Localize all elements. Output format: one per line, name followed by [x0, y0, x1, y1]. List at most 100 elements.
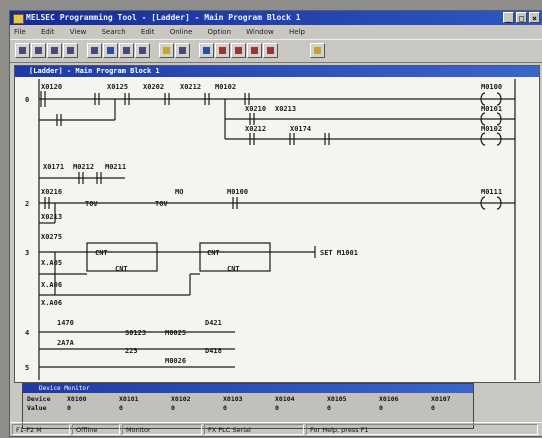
monitor-row-labels: Device Value: [27, 395, 50, 413]
ladder-window-title-bar: [Ladder] - Main Program Block 1: [15, 66, 539, 77]
monitor-cell[interactable]: X0106 0: [379, 395, 399, 413]
status-plc: F1-F2 M: [12, 424, 70, 435]
value-label: M0025: [165, 329, 186, 337]
print-icon[interactable]: [63, 43, 78, 58]
folder-icon[interactable]: [159, 43, 174, 58]
ladder-svg: X0120 X0125 X0202 X0212 M0102 X0210 X021…: [25, 79, 516, 380]
open-icon[interactable]: [31, 43, 46, 58]
contact-label: X0120: [41, 83, 62, 91]
value-label: S0123: [125, 329, 146, 337]
fb-label: CNT: [207, 249, 220, 257]
app-icon: [13, 14, 24, 24]
device-monitor-title: Device Monitor: [39, 385, 90, 392]
timer-label: TOV: [85, 200, 98, 208]
window-title: MELSEC Programming Tool - [Ladder] - Mai…: [26, 13, 301, 22]
contact-label: X0125: [107, 83, 128, 91]
monitor-cell[interactable]: X0100 0: [67, 395, 87, 413]
window-controls: _ □ ×: [503, 12, 540, 23]
contact-label: X0212: [180, 83, 201, 91]
menu-online[interactable]: Online: [170, 28, 193, 36]
contact-label: M0102: [215, 83, 236, 91]
contact-label: X0171: [43, 163, 64, 171]
timer-label: TOV: [155, 200, 168, 208]
stop-icon[interactable]: [263, 43, 278, 58]
menu-window[interactable]: Window: [246, 28, 274, 36]
read-icon[interactable]: [231, 43, 246, 58]
status-connection: FX PLC Serial: [204, 424, 304, 435]
contact-label: X0202: [143, 83, 164, 91]
value-label: 225: [125, 347, 138, 355]
monitor-cell[interactable]: X0105 0: [327, 395, 347, 413]
paste-icon[interactable]: [119, 43, 134, 58]
monitor-label-device: Device: [27, 395, 51, 403]
monitor-label-value: Value: [27, 404, 47, 412]
status-bar: F1-F2 M Offline Monitor FX PLC Serial Fo…: [10, 422, 542, 437]
minimize-button[interactable]: _: [503, 12, 514, 23]
undo-icon[interactable]: [135, 43, 150, 58]
title-bar: MELSEC Programming Tool - [Ladder] - Mai…: [10, 11, 542, 25]
find-icon[interactable]: [175, 43, 190, 58]
value-label: D418: [205, 347, 222, 355]
device-monitor-title-bar: Device Monitor: [23, 384, 473, 393]
coil-label: M0100: [481, 83, 502, 91]
coil-label: SET M1001: [320, 249, 358, 257]
contact-label: X.A06: [41, 299, 62, 307]
monitor-cell[interactable]: X0101 0: [119, 395, 139, 413]
help-icon[interactable]: [310, 43, 325, 58]
save-icon[interactable]: [47, 43, 62, 58]
verify-icon[interactable]: [247, 43, 262, 58]
main-window: MELSEC Programming Tool - [Ladder] - Mai…: [9, 10, 542, 437]
new-icon[interactable]: [15, 43, 30, 58]
contact-label: X0213: [41, 213, 62, 221]
menu-search[interactable]: Search: [102, 28, 126, 36]
coil-label: M0111: [481, 188, 502, 196]
menu-help[interactable]: Help: [289, 28, 305, 36]
status-help: For Help, press F1: [306, 424, 538, 435]
write-icon[interactable]: [215, 43, 230, 58]
monitor-icon[interactable]: [199, 43, 214, 58]
contact-label: X0213: [275, 105, 296, 113]
contact-label: M0211: [105, 163, 126, 171]
fb-label: CNT: [95, 249, 108, 257]
fb-label: CNT: [227, 265, 240, 273]
cut-icon[interactable]: [87, 43, 102, 58]
maximize-button[interactable]: □: [516, 12, 527, 23]
toolbar: [10, 39, 542, 63]
copy-icon[interactable]: [103, 43, 118, 58]
menu-bar: File Edit View Search Edit Online Option…: [10, 26, 542, 38]
step-number: 4: [25, 329, 29, 337]
contact-label: X.A05: [41, 259, 62, 267]
value-label: M0026: [165, 357, 186, 365]
step-number: 3: [25, 249, 29, 257]
status-monitor: Monitor: [122, 424, 202, 435]
monitor-cell[interactable]: X0102 0: [171, 395, 191, 413]
contact-label: X0275: [41, 233, 62, 241]
fb-label: MO: [175, 188, 183, 196]
coil-label: M0102: [481, 125, 502, 133]
menu-view[interactable]: View: [70, 28, 87, 36]
value-label: 2A7A: [57, 339, 75, 347]
contact-label: X0210: [245, 105, 266, 113]
value-label: D421: [205, 319, 222, 327]
step-number: 5: [25, 364, 29, 372]
contact-label: X0174: [290, 125, 311, 133]
contact-label: M0212: [73, 163, 94, 171]
step-number: 2: [25, 200, 29, 208]
monitor-cell[interactable]: X0104 0: [275, 395, 295, 413]
menu-edit[interactable]: Edit: [41, 28, 55, 36]
contact-label: X.A06: [41, 281, 62, 289]
value-label: 1470: [57, 319, 74, 327]
menu-file[interactable]: File: [14, 28, 26, 36]
monitor-cell[interactable]: X0107 0: [431, 395, 451, 413]
ladder-diagram[interactable]: X0120 X0125 X0202 X0212 M0102 X0210 X021…: [15, 77, 539, 382]
contact-label: X0216: [41, 188, 62, 196]
status-mode: Offline: [72, 424, 120, 435]
close-button[interactable]: ×: [529, 12, 540, 23]
coil-label: M0101: [481, 105, 502, 113]
menu-option[interactable]: Option: [208, 28, 231, 36]
fb-label: CNT: [115, 265, 128, 273]
ladder-window: [Ladder] - Main Program Block 1 X0120 X0…: [14, 65, 540, 383]
menu-edit-2[interactable]: Edit: [141, 28, 155, 36]
step-number: 0: [25, 96, 29, 104]
monitor-cell[interactable]: X0103 0: [223, 395, 243, 413]
